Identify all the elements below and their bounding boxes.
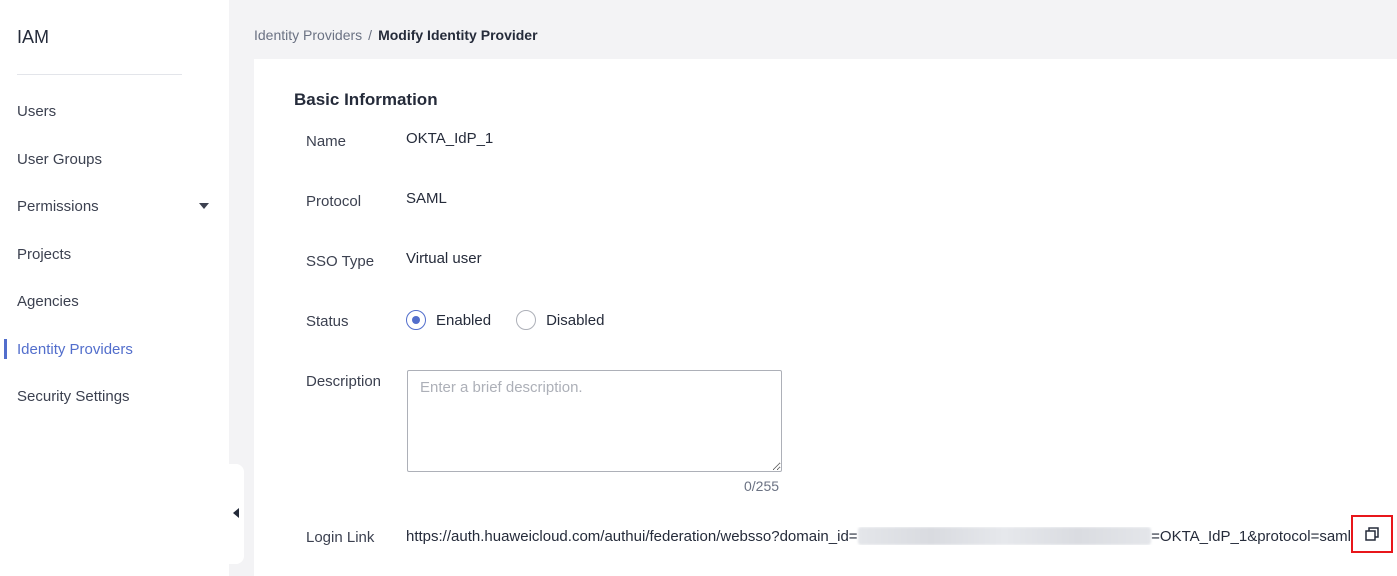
description-char-counter: 0/255 [744,478,780,494]
copy-icon [1365,527,1379,541]
sso-type-value: Virtual user [406,250,482,267]
sidebar-item-label: Identity Providers [17,340,133,358]
status-radio-enabled[interactable]: Enabled [406,310,491,330]
sidebar-item-label: Users [17,102,57,120]
sidebar-item-label: User Groups [17,150,103,168]
login-link-prefix: https://auth.huaweicloud.com/authui/fede… [406,527,858,545]
protocol-value: SAML [406,190,447,207]
name-label: Name [306,133,347,150]
sidebar-title: IAM [17,27,50,47]
name-value: OKTA_IdP_1 [406,130,494,147]
description-label: Description [306,373,382,390]
status-radio-disabled[interactable]: Disabled [516,310,604,330]
radio-unchecked-icon[interactable] [516,310,537,330]
breadcrumb-link-identity-providers[interactable]: Identity Providers [254,27,362,43]
sidebar-item-agencies[interactable]: Agencies [0,286,229,316]
status-label: Status [306,313,349,330]
status-radio-group: Enabled Disabled [406,310,629,330]
page-title: Modify Identity Provider [378,27,538,43]
sidebar-item-label: Projects [17,245,72,263]
sidebar-item-label: Permissions [17,197,99,215]
sidebar-item-permissions[interactable]: Permissions [0,191,229,221]
sidebar-item-identity-providers[interactable]: Identity Providers [0,334,229,364]
sidebar-item-label: Security Settings [17,387,130,405]
protocol-label: Protocol [306,193,362,210]
login-link-suffix: =OKTA_IdP_1&protocol=saml [1151,527,1351,545]
sidebar-divider [17,74,182,75]
radio-checked-icon[interactable] [406,310,426,330]
sidebar-item-user-groups[interactable]: User Groups [0,144,229,174]
description-input[interactable] [407,370,782,472]
sidebar-item-users[interactable]: Users [0,96,229,126]
section-title: Basic Information [294,90,438,109]
copy-login-link-button[interactable] [1351,515,1393,553]
chevron-left-icon [233,508,239,518]
main-card: Basic Information Name OKTA_IdP_1 Protoc… [254,59,1397,576]
redacted-domain-id [857,527,1152,545]
sidebar: IAM Users User Groups Permissions Projec… [0,0,229,576]
sidebar-item-security-settings[interactable]: Security Settings [0,381,229,411]
sidebar-item-label: Agencies [17,292,79,310]
sidebar-collapse-button[interactable] [229,464,244,564]
sidebar-item-projects[interactable]: Projects [0,239,229,269]
radio-label: Disabled [546,311,605,329]
breadcrumb: Identity Providers / Modify Identity Pro… [254,27,538,43]
login-link-value: https://auth.huaweicloud.com/authui/fede… [406,527,1351,545]
sso-type-label: SSO Type [306,253,375,270]
radio-label: Enabled [436,311,492,329]
breadcrumb-separator: / [368,27,373,43]
login-link-label: Login Link [306,529,375,546]
chevron-down-icon[interactable] [199,203,209,209]
